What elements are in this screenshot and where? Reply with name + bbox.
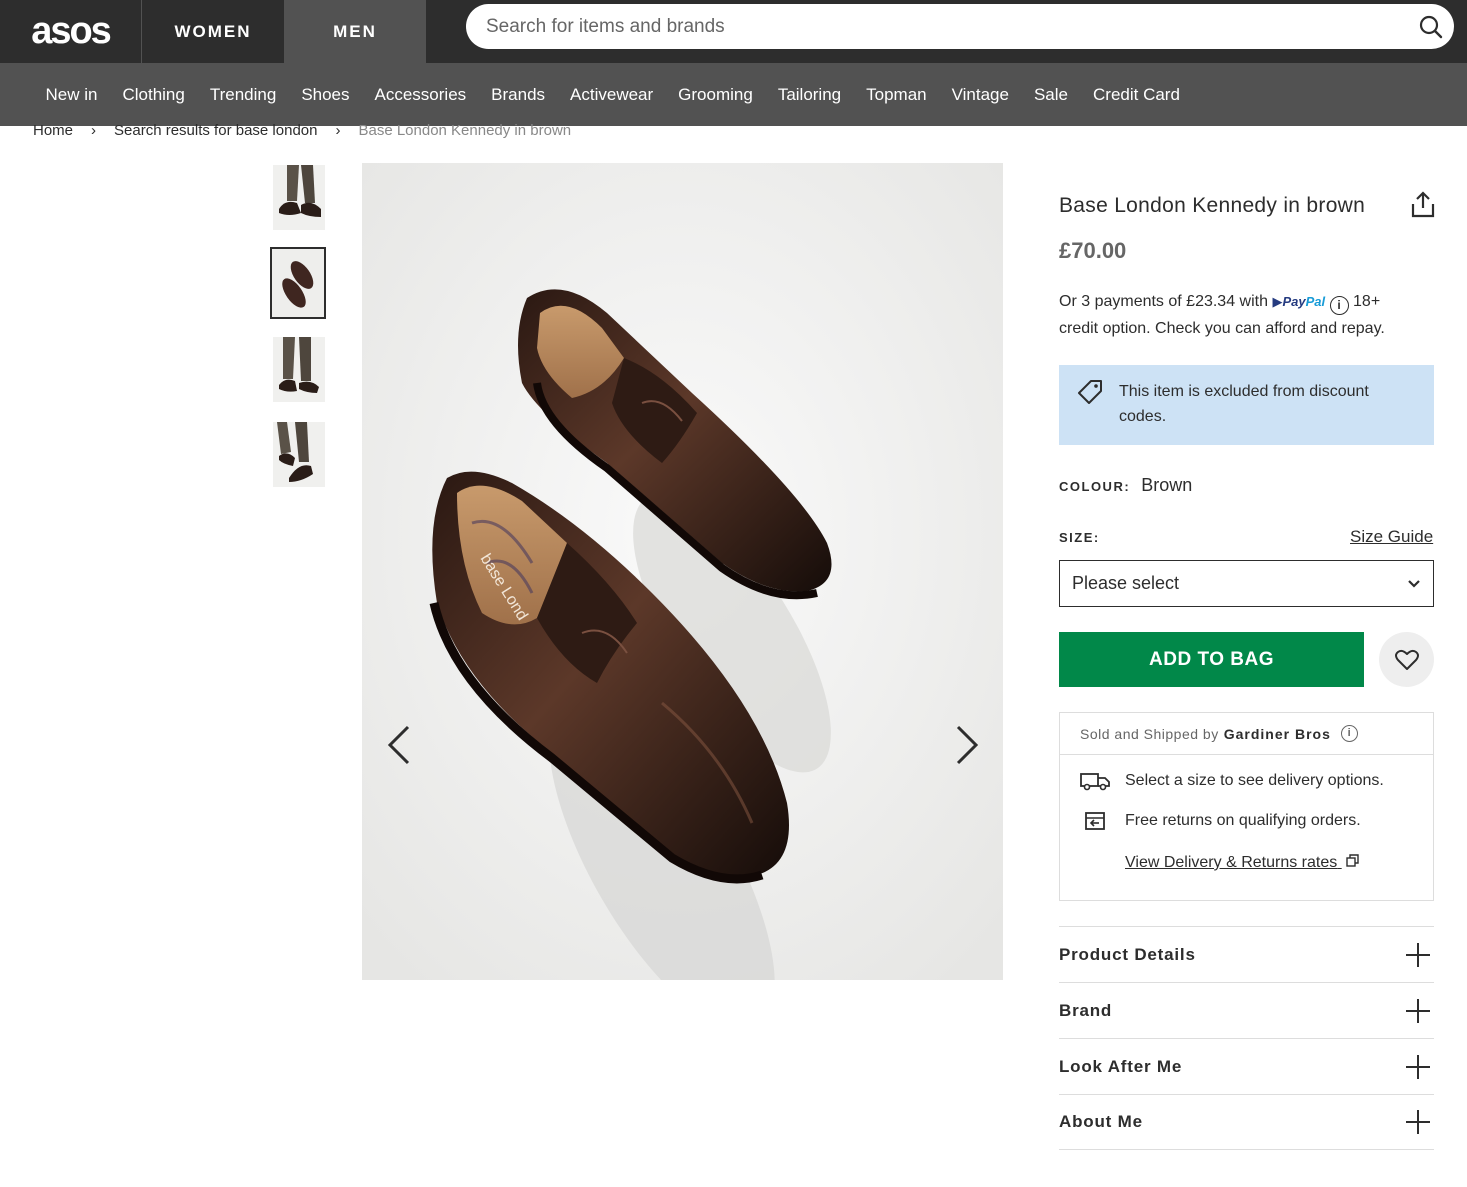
plus-icon [1406, 1110, 1430, 1134]
colour-label: COLOUR: [1059, 479, 1131, 494]
nav-vintage[interactable]: Vintage [939, 85, 1021, 105]
tab-men[interactable]: MEN [284, 0, 426, 63]
nav-shoes[interactable]: Shoes [289, 85, 362, 105]
accordion-product-details[interactable]: Product Details [1059, 926, 1434, 982]
external-link-icon [1345, 854, 1359, 867]
search-icon[interactable] [1418, 14, 1444, 40]
size-select-value: Please select [1072, 573, 1180, 593]
nav-grooming[interactable]: Grooming [666, 85, 766, 105]
breadcrumb-search[interactable]: Search results for base london [114, 122, 317, 139]
product-price: £70.00 [1059, 238, 1127, 263]
delivery-options-row: Select a size to see delivery options. [1080, 771, 1384, 791]
paypal-age: 18+ [1353, 293, 1381, 310]
breadcrumb: Home › Search results for base london › … [33, 122, 571, 139]
thumbnail-1[interactable] [273, 165, 325, 230]
delivery-box: Sold and Shipped by Gardiner Bros i Sele… [1059, 712, 1434, 901]
accordion-label: Look After Me [1059, 1056, 1183, 1076]
nav-trending[interactable]: Trending [197, 85, 288, 105]
colour-value: Brown [1141, 475, 1193, 495]
size-label: SIZE: [1059, 530, 1100, 545]
paypal-logo: ▶PayPal [1272, 294, 1326, 309]
tab-women[interactable]: WOMEN [142, 0, 284, 63]
asos-logo[interactable]: asos [0, 0, 142, 63]
loafers-photo: base Lond [362, 163, 1003, 980]
paypal-text-1: Or 3 payments of £23.34 with [1059, 293, 1268, 310]
seller-name: Gardiner Bros [1223, 725, 1331, 742]
category-nav: New in Clothing Trending Shoes Accessori… [0, 63, 1467, 126]
returns-icon [1085, 812, 1105, 830]
accordion-brand[interactable]: Brand [1059, 982, 1434, 1038]
save-for-later-button[interactable] [1379, 632, 1434, 687]
nav-accessories[interactable]: Accessories [362, 85, 479, 105]
plus-icon [1406, 1054, 1430, 1079]
discount-notice: This item is excluded from discount code… [1059, 365, 1434, 445]
heart-icon [1394, 649, 1419, 670]
breadcrumb-separator: › [91, 122, 97, 139]
accordion-label: Product Details [1059, 944, 1196, 964]
truck-icon [1080, 773, 1110, 791]
delivery-options-text: Select a size to see delivery options. [1125, 772, 1384, 789]
paypal-message: Or 3 payments of £23.34 with ▶PayPal i 1… [1059, 288, 1439, 342]
plus-icon [1406, 998, 1430, 1023]
nav-tailoring[interactable]: Tailoring [765, 85, 853, 105]
returns-text: Free returns on qualifying orders. [1125, 812, 1361, 829]
paypal-info-icon[interactable]: i [1329, 296, 1349, 315]
top-bar: asos WOMEN MEN [0, 0, 1467, 63]
plus-icon [1406, 942, 1430, 967]
accordion-about-me[interactable]: About Me [1059, 1094, 1434, 1150]
tag-icon [1078, 380, 1102, 404]
colour-row: COLOUR: Brown [1059, 475, 1192, 496]
nav-brands[interactable]: Brands [479, 85, 558, 105]
breadcrumb-home[interactable]: Home [33, 122, 73, 139]
search-bar [466, 4, 1454, 49]
breadcrumb-separator: › [335, 122, 341, 139]
nav-new-in[interactable]: New in [33, 85, 110, 105]
size-select[interactable]: Please select [1059, 560, 1434, 607]
nav-credit-card[interactable]: Credit Card [1081, 85, 1193, 105]
product-title: Base London Kennedy in brown [1059, 194, 1366, 217]
product-image: base Lond [362, 163, 1003, 980]
nav-clothing[interactable]: Clothing [110, 85, 197, 105]
search-input[interactable] [486, 15, 1386, 38]
seller-info: Sold and Shipped by Gardiner Bros i [1060, 713, 1433, 755]
rates-link-text: View Delivery & Returns rates [1125, 854, 1338, 871]
returns-row: Free returns on qualifying orders. [1080, 811, 1361, 831]
next-image-arrow[interactable] [952, 723, 982, 767]
paypal-text-2: credit option. Check you can afford and … [1059, 320, 1385, 337]
share-icon[interactable] [1410, 191, 1436, 219]
seller-info-icon[interactable]: i [1340, 725, 1358, 742]
accordion-look-after-me[interactable]: Look After Me [1059, 1038, 1434, 1094]
size-guide-link[interactable]: Size Guide [1350, 527, 1433, 547]
accordion-label: About Me [1059, 1112, 1143, 1131]
thumbnail-3[interactable] [273, 337, 325, 402]
breadcrumb-current: Base London Kennedy in brown [358, 122, 572, 139]
nav-activewear[interactable]: Activewear [558, 85, 666, 105]
discount-text: This item is excluded from discount code… [1119, 383, 1369, 425]
nav-sale[interactable]: Sale [1021, 85, 1080, 105]
seller-prefix: Sold and Shipped by [1080, 725, 1219, 742]
chevron-down-icon [1408, 579, 1420, 588]
thumbnail-2-selected[interactable] [270, 247, 326, 319]
previous-image-arrow[interactable] [384, 723, 414, 767]
accordion-label: Brand [1059, 1000, 1113, 1020]
add-to-bag-button[interactable]: ADD TO BAG [1059, 632, 1364, 687]
delivery-returns-rates-link[interactable]: View Delivery & Returns rates [1125, 854, 1359, 872]
nav-topman[interactable]: Topman [854, 85, 939, 105]
thumbnail-4[interactable] [273, 422, 325, 487]
